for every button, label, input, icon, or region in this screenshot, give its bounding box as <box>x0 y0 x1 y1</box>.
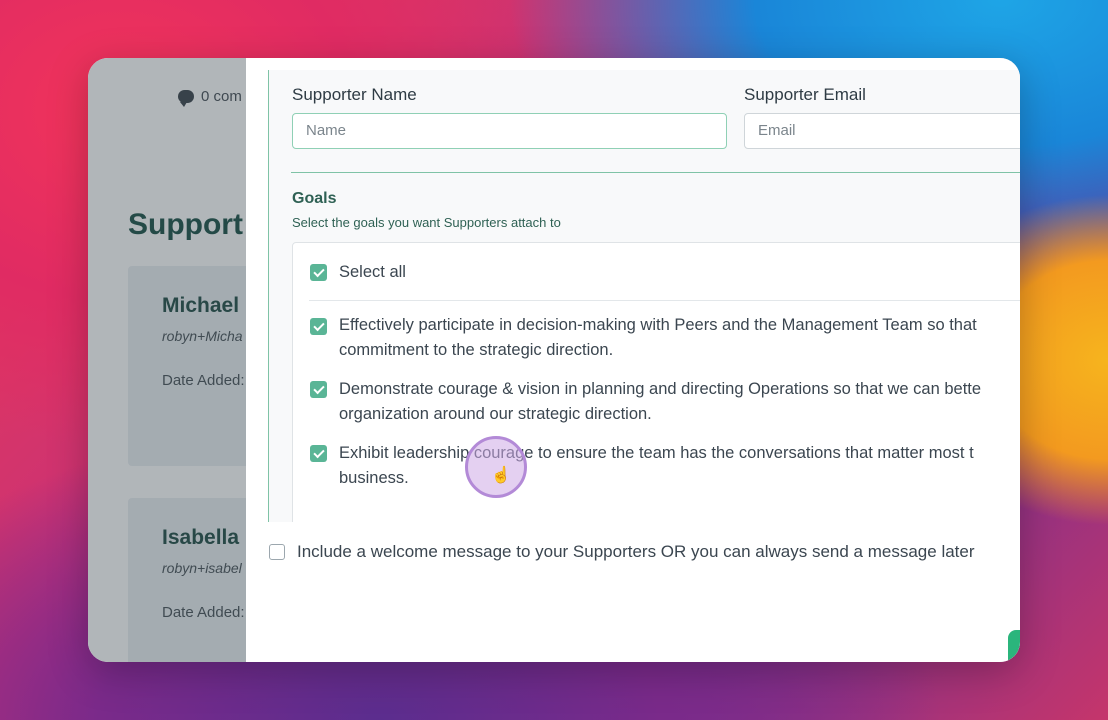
select-all-divider <box>309 300 1020 301</box>
welcome-message-checkbox[interactable] <box>269 544 285 560</box>
welcome-message-label[interactable]: Include a welcome message to your Suppor… <box>297 542 975 562</box>
goal-label[interactable]: Demonstrate courage & vision in planning… <box>339 377 981 427</box>
app-window: 0 com Support Michael robyn+Micha Date A… <box>88 58 1020 662</box>
goal-checkbox[interactable] <box>310 381 327 398</box>
submit-button-edge[interactable] <box>1008 630 1020 662</box>
section-divider <box>291 172 1020 173</box>
select-all-checkbox[interactable] <box>310 264 327 281</box>
goal-checkbox[interactable] <box>310 318 327 335</box>
goals-list: Select all Effectively participate in de… <box>292 242 1020 522</box>
goal-label[interactable]: Effectively participate in decision-maki… <box>339 313 977 363</box>
select-all-label[interactable]: Select all <box>339 260 406 285</box>
goals-subtitle: Select the goals you want Supporters att… <box>292 215 561 230</box>
pointer-cursor-icon: ☝ <box>491 467 511 484</box>
supporter-name-label: Supporter Name <box>292 85 417 104</box>
goals-title: Goals <box>292 190 337 207</box>
add-supporter-modal: Supporter Name Name Supporter Email Emai… <box>246 58 1020 662</box>
supporter-email-input[interactable]: Email <box>744 113 1020 149</box>
goal-label[interactable]: Exhibit leadership courage to ensure the… <box>339 441 974 491</box>
form-scroll-area[interactable]: Supporter Name Name Supporter Email Emai… <box>268 70 1020 522</box>
supporter-name-input[interactable]: Name <box>292 113 727 149</box>
goal-checkbox[interactable] <box>310 445 327 462</box>
supporter-email-label: Supporter Email <box>744 85 866 104</box>
